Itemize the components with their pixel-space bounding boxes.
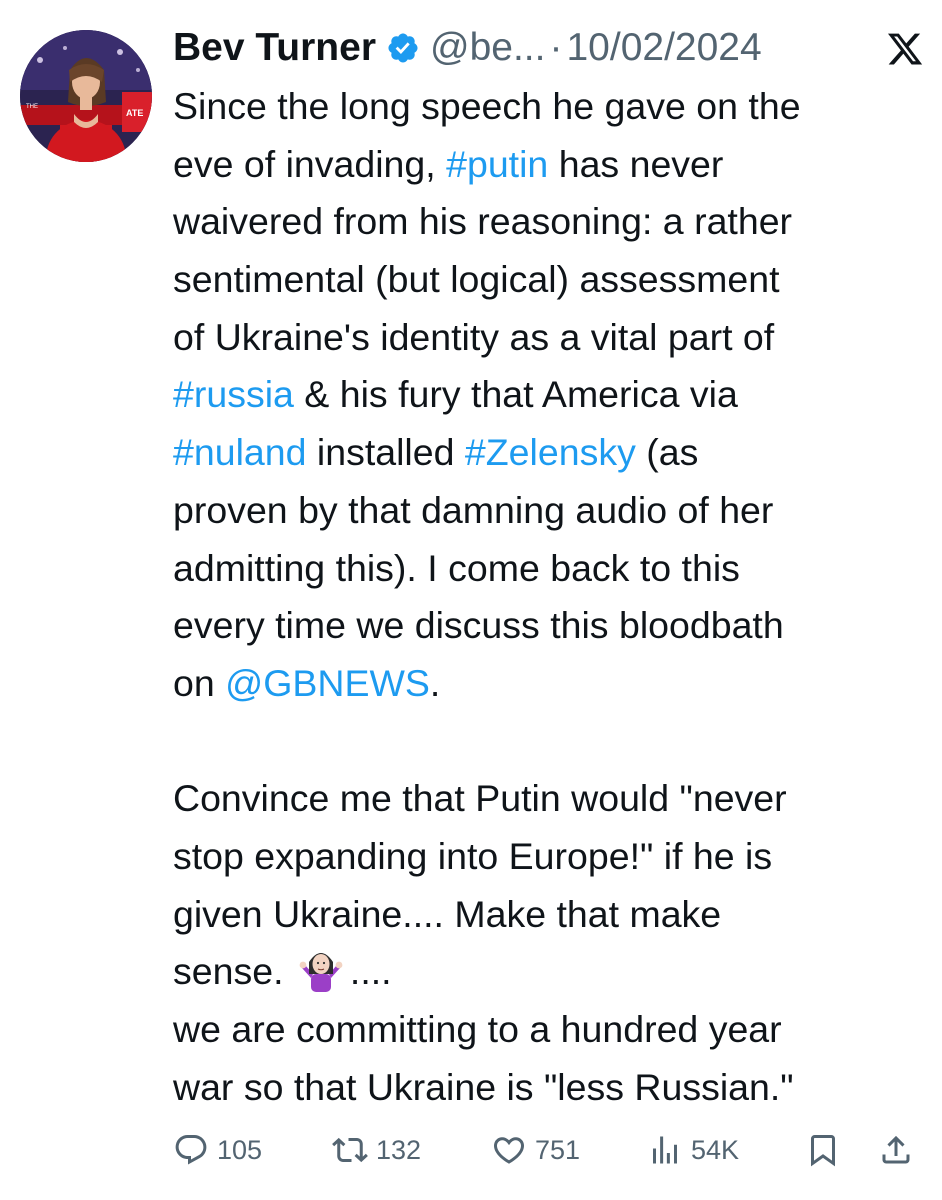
tweet-text-segment: on bbox=[173, 661, 226, 704]
hashtag-link[interactable]: #putin bbox=[446, 143, 548, 185]
tweet-line: we are committing to a hundred year bbox=[173, 1001, 928, 1059]
tweet-text-segment: every time we discuss this bloodbath bbox=[173, 604, 784, 647]
tweet-line: #russia & his fury that America via bbox=[173, 366, 928, 424]
tweet-text-segment: of Ukraine's identity as a vital part of bbox=[173, 315, 775, 358]
avatar-image: ATE THE bbox=[20, 30, 152, 162]
avatar[interactable]: ATE THE bbox=[20, 30, 152, 162]
reply-button[interactable]: 105 bbox=[173, 1132, 262, 1168]
verified-badge-icon bbox=[386, 31, 420, 65]
tweet-text-segment: stop expanding into Europe!" if he is bbox=[173, 834, 773, 877]
tweet-line: on @GBNEWS. bbox=[173, 655, 928, 713]
like-count: 751 bbox=[535, 1134, 581, 1165]
tweet-text-segment: given Ukraine.... Make that make bbox=[173, 892, 722, 935]
x-logo-icon bbox=[886, 30, 924, 68]
share-button[interactable] bbox=[878, 1132, 914, 1168]
bookmark-button[interactable] bbox=[805, 1132, 841, 1168]
svg-text:THE: THE bbox=[26, 104, 38, 110]
person-shrugging-emoji bbox=[298, 946, 344, 993]
tweet-line: war so that Ukraine is "less Russian." bbox=[173, 1059, 928, 1117]
tweet-header: Bev Turner @be... · 10/02/2024 bbox=[173, 20, 924, 76]
tweet-text-segment: eve of invading, bbox=[173, 142, 447, 185]
tweet-text-segment: admitting this). I come back to this bbox=[173, 546, 740, 589]
tweet-text-segment: & his fury that America via bbox=[293, 373, 738, 416]
tweet-line: waivered from his reasoning: a rather bbox=[173, 193, 928, 251]
tweet-text-segment: Since the long speech he gave on the bbox=[173, 85, 801, 127]
tweet-text-segment: proven by that damning audio of her bbox=[173, 488, 774, 531]
tweet-line: every time we discuss this bloodbath bbox=[173, 597, 928, 655]
action-bar: 105 132 751 54K bbox=[173, 1128, 918, 1172]
views-button[interactable]: 54K bbox=[647, 1132, 739, 1168]
share-icon bbox=[878, 1132, 914, 1168]
tweet-text-segment: Convince me that Putin would "never bbox=[173, 777, 787, 820]
hashtag-link[interactable]: #Zelensky bbox=[465, 431, 636, 473]
tweet-text-segment: sentimental (but logical) assessment bbox=[173, 258, 780, 301]
tweet-text-segment: we are committing to a hundred year bbox=[173, 1008, 782, 1050]
bookmark-icon bbox=[805, 1132, 841, 1168]
author-name[interactable]: Bev Turner bbox=[173, 26, 376, 70]
author-handle[interactable]: @be... bbox=[430, 26, 545, 70]
tweet-line bbox=[173, 713, 928, 771]
tweet-line: Convince me that Putin would "never bbox=[173, 770, 928, 828]
hashtag-link[interactable]: #nuland bbox=[173, 431, 306, 473]
tweet-line: eve of invading, #putin has never bbox=[173, 136, 928, 194]
tweet-card[interactable]: ATE THE Bev Turner @be... · 10/02/2024 S… bbox=[0, 0, 942, 1200]
svg-text:ATE: ATE bbox=[126, 108, 143, 118]
like-button[interactable]: 751 bbox=[491, 1132, 580, 1168]
tweet-line: admitting this). I come back to this bbox=[173, 540, 928, 598]
views-count: 54K bbox=[691, 1134, 740, 1165]
tweet-line: proven by that damning audio of her bbox=[173, 482, 928, 540]
repost-icon bbox=[332, 1132, 368, 1168]
tweet-text-segment: (as bbox=[635, 431, 699, 474]
separator-dot: · bbox=[549, 26, 563, 69]
tweet-line: stop expanding into Europe!" if he is bbox=[173, 828, 928, 886]
tweet-line: of Ukraine's identity as a vital part of bbox=[173, 309, 928, 367]
tweet-text: Since the long speech he gave on the eve … bbox=[173, 78, 928, 1116]
tweet-line: given Ukraine.... Make that make bbox=[173, 886, 928, 944]
tweet-date[interactable]: 10/02/2024 bbox=[566, 26, 761, 70]
tweet-text-segment: . bbox=[429, 661, 441, 704]
mention-link[interactable]: @GBNEWS bbox=[225, 662, 430, 704]
reply-count: 105 bbox=[217, 1134, 263, 1165]
tweet-line: sentimental (but logical) assessment bbox=[173, 251, 928, 309]
tweet-line: #nuland installed #Zelensky (as bbox=[173, 424, 928, 482]
tweet-line: Since the long speech he gave on the bbox=[173, 78, 928, 136]
tweet-line: sense. .... bbox=[173, 943, 928, 1001]
tweet-text-segment: installed bbox=[306, 431, 465, 474]
tweet-text-segment: war so that Ukraine is "less Russian." bbox=[173, 1065, 794, 1108]
repost-button[interactable]: 132 bbox=[332, 1132, 421, 1168]
tweet-text-segment: sense. bbox=[173, 950, 294, 993]
repost-count: 132 bbox=[376, 1134, 422, 1165]
views-icon bbox=[647, 1132, 683, 1168]
hashtag-link[interactable]: #russia bbox=[173, 373, 294, 415]
tweet-text-segment: has never bbox=[548, 142, 724, 185]
tweet-text-segment: waivered from his reasoning: a rather bbox=[173, 200, 793, 243]
reply-icon bbox=[173, 1132, 209, 1168]
tweet-text-segment: .... bbox=[349, 950, 392, 993]
heart-icon bbox=[491, 1132, 527, 1168]
